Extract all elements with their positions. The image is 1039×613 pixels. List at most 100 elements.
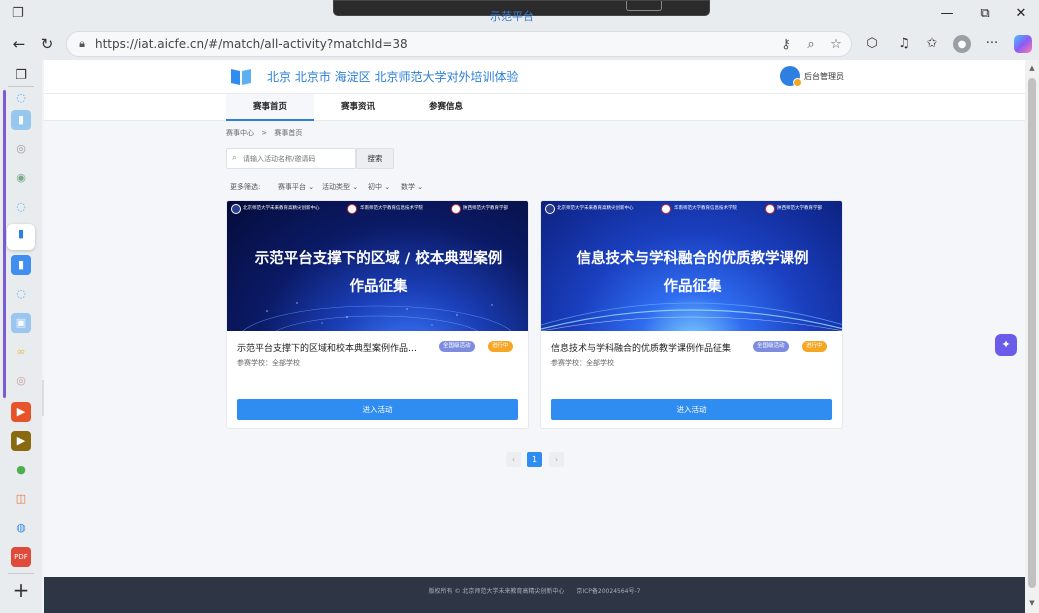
search-button[interactable]: 搜索 (356, 148, 394, 169)
filter-label: 更多筛选: (230, 183, 261, 191)
tab-video-icon[interactable]: ▶ (11, 431, 31, 451)
status-badge: 进行中 (488, 341, 513, 352)
address-toolbar: ← ↻ 🔒︎ https://iat.aicfe.cn/#/match/all-… (0, 28, 1039, 60)
breadcrumb-root[interactable]: 赛事中心 (226, 129, 254, 137)
admin-label[interactable]: 后台管理员 (804, 71, 844, 82)
filter-activity-type-dropdown[interactable]: 活动类型 ⌄ (322, 182, 358, 192)
breadcrumb-separator: > (261, 129, 268, 137)
refresh-icon[interactable]: ↻ (36, 34, 58, 54)
participating-schools: 参赛学校：全部学校 (237, 359, 300, 367)
site-header: 北京 北京市 海淀区 北京师范大学对外培训体验 后台管理员 (44, 60, 1025, 94)
tab-site-icon[interactable]: ∞ (11, 342, 31, 362)
tab-site-icon[interactable]: ▣ (11, 313, 31, 333)
banner-org-row: 北京师范大学未来教育高精尖创新中心 华南师范大学教育信息技术学院 陕西师范大学教… (227, 201, 528, 219)
filter-activity-type-label: 活动类型 (322, 183, 350, 191)
filter-subject-label: 数学 (401, 183, 415, 191)
new-tab-icon[interactable]: + (11, 580, 31, 600)
favorites-icon[interactable]: ✩ (922, 34, 942, 54)
tab-entry-info[interactable]: 参赛信息 (402, 94, 490, 121)
minimize-icon[interactable]: — (930, 4, 964, 24)
copilot-icon[interactable] (1014, 35, 1032, 53)
tab-globe-icon[interactable]: ◍ (11, 518, 31, 538)
site-logo-icon (231, 69, 251, 85)
enter-activity-button[interactable]: 进入活动 (237, 399, 518, 420)
banner-org: 华南师范大学教育信息技术学院 (674, 206, 737, 211)
scroll-thumb[interactable] (1028, 78, 1036, 588)
tab-title[interactable]: 示范平台 (490, 8, 560, 26)
tab-pdf-icon[interactable]: PDF (11, 547, 31, 567)
divider (8, 573, 34, 574)
tab-news[interactable]: 赛事资讯 (314, 94, 402, 121)
page-number-button[interactable]: 1 (527, 452, 542, 467)
site-footer: 版权所有 © 北京师范大学未来教育高精尖创新中心 京ICP备20024564号-… (44, 577, 1025, 613)
banner-org: 陕西师范大学教育学部 (777, 206, 822, 211)
prev-page-button[interactable]: ‹ (506, 452, 521, 467)
filter-platform-dropdown[interactable]: 赛事平台 ⌄ (278, 182, 314, 192)
enter-activity-button[interactable]: 进入活动 (551, 399, 832, 420)
tab-home[interactable]: 赛事首页 (226, 94, 314, 121)
tab-site-icon[interactable]: ◎ (11, 371, 31, 391)
banner-org-row: 北京师范大学未来教育高精尖创新中心 华南师范大学教育信息技术学院 陕西师范大学教… (541, 201, 842, 219)
zoom-icon[interactable]: ⌕ (802, 36, 820, 54)
activity-banner[interactable]: 北京师范大学未来教育高精尖创新中心 华南师范大学教育信息技术学院 陕西师范大学教… (227, 201, 528, 331)
web-page: 北京 北京市 海淀区 北京师范大学对外培训体验 后台管理员 赛事首页 赛事资讯 … (44, 60, 1025, 613)
key-icon[interactable]: ⚷ (777, 36, 795, 54)
back-icon[interactable]: ← (8, 34, 30, 54)
search-input[interactable] (243, 152, 353, 166)
activity-card[interactable]: 北京师范大学未来教育高精尖创新中心 华南师范大学教育信息技术学院 陕西师范大学教… (540, 200, 843, 429)
banner-decoration (242, 302, 512, 331)
search-icon: ⌕ (232, 153, 238, 163)
tab-site-icon[interactable]: ◫ (11, 489, 31, 509)
filter-grade-dropdown[interactable]: 初中 ⌄ (368, 182, 390, 192)
tab-book-icon[interactable]: ▮ (11, 255, 31, 275)
tab-site-icon[interactable]: ◉ (11, 168, 31, 188)
main-nav: 赛事首页 赛事资讯 参赛信息 (44, 94, 1025, 121)
tab-active-book-icon[interactable]: ▮ (7, 224, 35, 250)
divider (8, 86, 34, 87)
scroll-up-icon[interactable]: ▲ (1027, 63, 1037, 73)
tab-chat-icon[interactable]: ● (11, 460, 31, 480)
banner-title: 示范平台支撑下的区域 / 校本典型案例 (254, 251, 503, 267)
floating-assistant-icon[interactable]: ✦ (995, 334, 1017, 356)
tab-loading-icon[interactable]: ◌ (11, 284, 31, 304)
org-seal-icon (765, 204, 775, 214)
search-box: ⌕ (226, 148, 356, 169)
activity-banner[interactable]: 北京师范大学未来教育高精尖创新中心 华南师范大学教育信息技术学院 陕西师范大学教… (541, 201, 842, 331)
banner-org: 北京师范大学未来教育高精尖创新中心 (557, 206, 634, 211)
filter-grade-label: 初中 (368, 183, 382, 191)
tab-book-icon[interactable]: ▮ (11, 110, 31, 130)
lock-icon[interactable]: 🔒︎ (75, 37, 89, 51)
activity-title[interactable]: 信息技术与学科融合的优质教学课例作品征集 (551, 341, 751, 354)
more-menu-icon[interactable]: ··· (982, 34, 1002, 54)
banner-title: 信息技术与学科融合的优质教学课例 (576, 251, 809, 267)
media-icon[interactable]: ♫ (894, 34, 914, 54)
extensions-icon[interactable]: ⬡ (862, 34, 882, 54)
url-text[interactable]: https://iat.aicfe.cn/#/match/all-activit… (95, 37, 408, 51)
close-icon[interactable]: ✕ (1004, 4, 1038, 24)
filter-platform-label: 赛事平台 (278, 183, 306, 191)
tab-loading-icon[interactable]: ◌ (11, 88, 31, 108)
tab-actions-icon[interactable]: ❐ (11, 66, 31, 86)
url-box[interactable]: 🔒︎ https://iat.aicfe.cn/#/match/all-acti… (66, 31, 852, 57)
overlay-handle[interactable] (626, 1, 662, 11)
vertical-tab-strip: ❐ ◌ ▮ ◎ ◉ ◌ ▮ ▮ ◌ ▣ ∞ ◎ ▶ ▶ ● ◫ ◍ PDF + (0, 60, 42, 613)
restore-icon[interactable]: ⧉ (968, 4, 1002, 24)
filter-subject-dropdown[interactable]: 数学 ⌄ (401, 182, 423, 192)
breadcrumb-current: 赛事首页 (274, 129, 303, 137)
activity-card[interactable]: 北京师范大学未来教育高精尖创新中心 华南师范大学教育信息技术学院 陕西师范大学教… (226, 200, 529, 429)
tab-loading-icon[interactable]: ◌ (11, 197, 31, 217)
next-page-button[interactable]: › (549, 452, 564, 467)
participating-schools: 参赛学校：全部学校 (551, 359, 614, 367)
activity-title[interactable]: 示范平台支撑下的区域和校本典型案例作品… (237, 341, 437, 354)
scroll-down-icon[interactable]: ▼ (1027, 598, 1037, 608)
site-title: 北京 北京市 海淀区 北京师范大学对外培训体验 (267, 70, 519, 84)
admin-avatar-icon[interactable] (780, 66, 802, 87)
page-scrollbar[interactable]: ▲ ▼ (1025, 60, 1039, 613)
workspaces-icon[interactable]: ❐ (12, 6, 28, 22)
tab-video-icon[interactable]: ▶ (11, 402, 31, 422)
banner-org: 华南师范大学教育信息技术学院 (360, 206, 423, 211)
profile-avatar-icon[interactable]: ● (953, 35, 971, 53)
org-seal-icon (347, 204, 357, 214)
favorite-star-icon[interactable]: ☆ (827, 36, 845, 54)
tab-site-icon[interactable]: ◎ (11, 139, 31, 159)
